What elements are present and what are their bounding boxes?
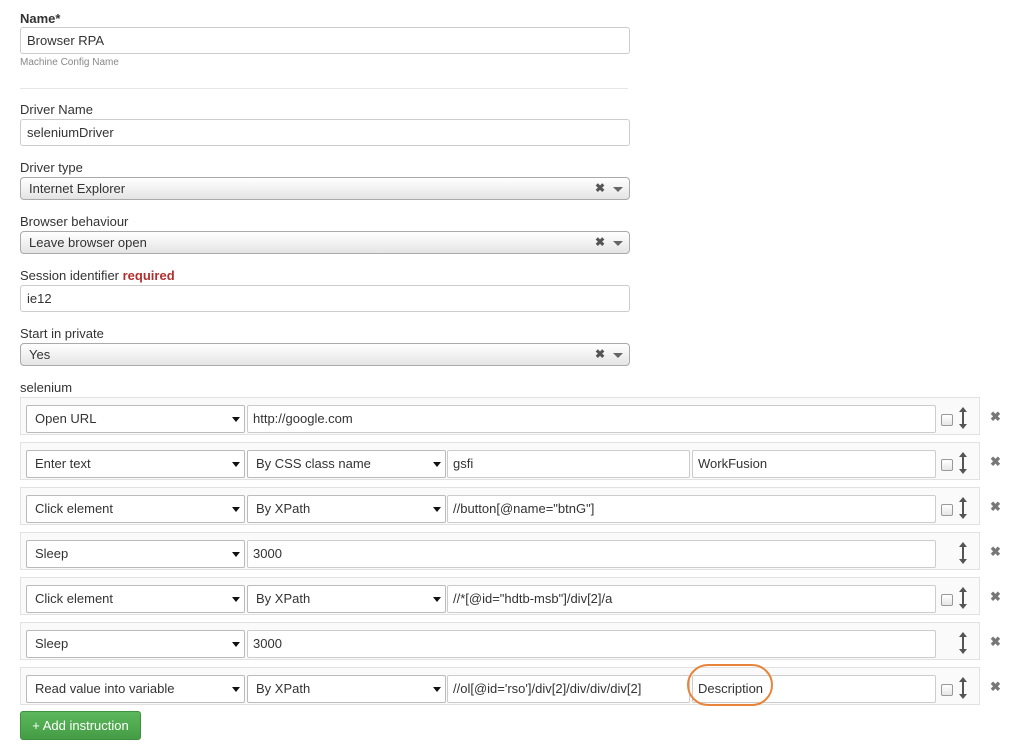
enable-checkbox[interactable] bbox=[941, 504, 953, 516]
enable-checkbox[interactable] bbox=[941, 594, 953, 606]
locator-value: By XPath bbox=[256, 591, 311, 606]
session-identifier-label: Session identifier required bbox=[20, 268, 175, 283]
caret-down-icon bbox=[433, 462, 441, 467]
drag-handle-icon[interactable] bbox=[957, 540, 969, 566]
duration-input[interactable]: 3000 bbox=[247, 630, 936, 658]
start-private-select[interactable]: Yes ✖ bbox=[20, 343, 630, 366]
selenium-label: selenium bbox=[20, 380, 73, 395]
drag-handle-icon[interactable] bbox=[957, 675, 969, 701]
driver-type-select[interactable]: Internet Explorer ✖ bbox=[20, 177, 630, 200]
action-select[interactable]: Sleep bbox=[26, 540, 245, 568]
driver-type-label: Driver type bbox=[20, 160, 83, 175]
drag-handle-icon[interactable] bbox=[957, 450, 969, 476]
caret-down-icon bbox=[232, 642, 240, 647]
instruction-row: Click element By XPath //*[@id="hdtb-msb… bbox=[20, 577, 980, 615]
action-value: Open URL bbox=[35, 411, 97, 426]
divider bbox=[20, 88, 628, 89]
browser-behaviour-label: Browser behaviour bbox=[20, 214, 129, 229]
locator-select[interactable]: By CSS class name bbox=[247, 450, 446, 478]
chevron-down-icon[interactable] bbox=[613, 353, 623, 358]
remove-x-icon[interactable]: ✖ bbox=[990, 454, 1001, 470]
remove-x-icon[interactable]: ✖ bbox=[990, 679, 1001, 695]
required-badge: required bbox=[122, 268, 175, 283]
caret-down-icon bbox=[433, 597, 441, 602]
drag-handle-icon[interactable] bbox=[957, 405, 969, 431]
driver-name-label: Driver Name bbox=[20, 102, 93, 117]
remove-x-icon[interactable]: ✖ bbox=[990, 544, 1001, 560]
instruction-row: Enter text By CSS class name gsfi WorkFu… bbox=[20, 442, 980, 480]
locator-select[interactable]: By XPath bbox=[247, 585, 446, 613]
enable-checkbox[interactable] bbox=[941, 414, 953, 426]
remove-x-icon[interactable]: ✖ bbox=[990, 499, 1001, 515]
driver-name-input[interactable]: seleniumDriver bbox=[20, 119, 630, 146]
drag-handle-icon[interactable] bbox=[957, 630, 969, 656]
caret-down-icon bbox=[232, 687, 240, 692]
drag-handle-icon[interactable] bbox=[957, 495, 969, 521]
instruction-row: Read value into variable By XPath //ol[@… bbox=[20, 667, 980, 705]
add-instruction-button[interactable]: + Add instruction bbox=[20, 711, 141, 740]
instruction-row: Sleep 3000 bbox=[20, 532, 980, 570]
target-input[interactable]: gsfi bbox=[447, 450, 690, 478]
value-input[interactable]: WorkFusion bbox=[692, 450, 936, 478]
caret-down-icon bbox=[232, 417, 240, 422]
caret-down-icon bbox=[232, 462, 240, 467]
instruction-row: Sleep 3000 bbox=[20, 622, 980, 660]
chevron-down-icon[interactable] bbox=[613, 241, 623, 246]
locator-value: By XPath bbox=[256, 501, 311, 516]
clear-x-icon[interactable]: ✖ bbox=[595, 232, 605, 253]
action-value: Sleep bbox=[35, 636, 69, 651]
caret-down-icon bbox=[433, 507, 441, 512]
session-identifier-label-text: Session identifier bbox=[20, 268, 119, 283]
instruction-row: Open URL http://google.com bbox=[20, 397, 980, 435]
remove-x-icon[interactable]: ✖ bbox=[990, 409, 1001, 425]
locator-select[interactable]: By XPath bbox=[247, 675, 446, 703]
caret-down-icon bbox=[433, 687, 441, 692]
action-select[interactable]: Click element bbox=[26, 585, 245, 613]
action-select[interactable]: Open URL bbox=[26, 405, 245, 433]
name-help-text: Machine Config Name bbox=[20, 57, 119, 68]
clear-x-icon[interactable]: ✖ bbox=[595, 344, 605, 365]
name-label: Name* bbox=[20, 11, 61, 26]
session-identifier-input[interactable]: ie12 bbox=[20, 285, 630, 312]
browser-behaviour-value: Leave browser open bbox=[29, 235, 147, 250]
caret-down-icon bbox=[232, 507, 240, 512]
chevron-down-icon[interactable] bbox=[613, 187, 623, 192]
caret-down-icon bbox=[232, 552, 240, 557]
locator-value: By XPath bbox=[256, 681, 311, 696]
drag-handle-icon[interactable] bbox=[957, 585, 969, 611]
action-select[interactable]: Sleep bbox=[26, 630, 245, 658]
action-value: Read value into variable bbox=[35, 681, 175, 696]
caret-down-icon bbox=[232, 597, 240, 602]
target-input[interactable]: //button[@name="btnG"] bbox=[447, 495, 936, 523]
remove-x-icon[interactable]: ✖ bbox=[990, 634, 1001, 650]
action-select[interactable]: Read value into variable bbox=[26, 675, 245, 703]
action-value: Click element bbox=[35, 591, 114, 606]
action-value: Enter text bbox=[35, 456, 91, 471]
locator-select[interactable]: By XPath bbox=[247, 495, 446, 523]
name-input[interactable]: Browser RPA bbox=[20, 27, 630, 54]
action-select[interactable]: Click element bbox=[26, 495, 245, 523]
duration-input[interactable]: 3000 bbox=[247, 540, 936, 568]
target-input[interactable]: http://google.com bbox=[247, 405, 936, 433]
action-value: Sleep bbox=[35, 546, 69, 561]
target-input[interactable]: //ol[@id='rso']/div[2]/div/div/div[2] bbox=[447, 675, 690, 703]
clear-x-icon[interactable]: ✖ bbox=[595, 178, 605, 199]
start-private-value: Yes bbox=[29, 347, 51, 362]
enable-checkbox[interactable] bbox=[941, 459, 953, 471]
enable-checkbox[interactable] bbox=[941, 684, 953, 696]
variable-name-input[interactable]: Description bbox=[692, 675, 936, 703]
locator-value: By CSS class name bbox=[256, 456, 371, 471]
action-value: Click element bbox=[35, 501, 114, 516]
browser-behaviour-select[interactable]: Leave browser open ✖ bbox=[20, 231, 630, 254]
action-select[interactable]: Enter text bbox=[26, 450, 245, 478]
remove-x-icon[interactable]: ✖ bbox=[990, 589, 1001, 605]
driver-type-value: Internet Explorer bbox=[29, 181, 126, 196]
start-private-label: Start in private bbox=[20, 326, 104, 341]
instruction-row: Click element By XPath //button[@name="b… bbox=[20, 487, 980, 525]
target-input[interactable]: //*[@id="hdtb-msb"]/div[2]/a bbox=[447, 585, 936, 613]
